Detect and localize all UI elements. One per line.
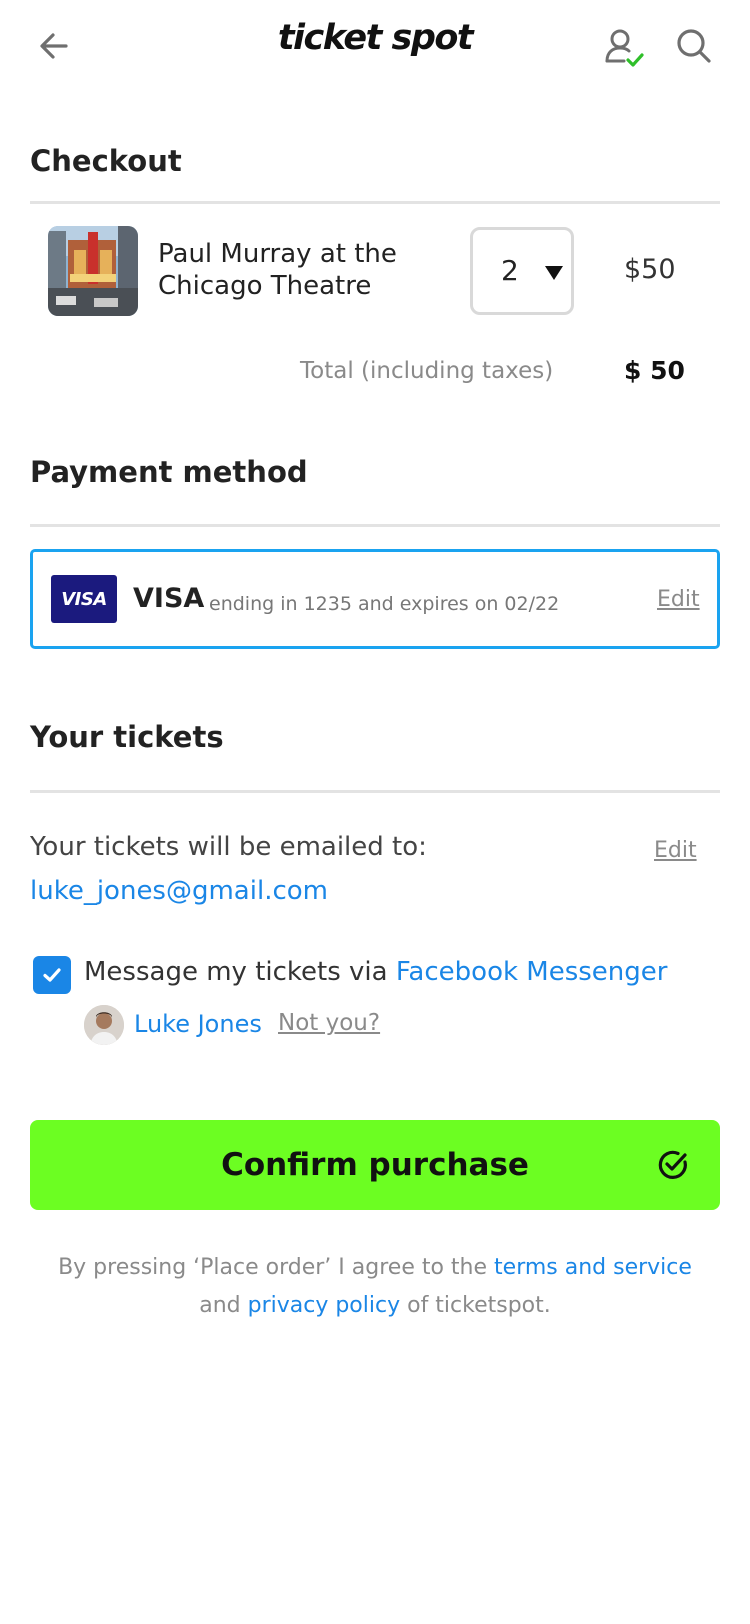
messenger-prefix: Message my tickets via: [84, 957, 388, 987]
card-brand: VISA: [133, 583, 205, 614]
email-label: Your tickets will be emailed to:: [30, 832, 427, 862]
messenger-link[interactable]: Facebook Messenger: [396, 957, 668, 987]
privacy-link[interactable]: privacy policy: [248, 1293, 401, 1318]
visa-badge-text: VISA: [61, 588, 107, 610]
edit-payment-link[interactable]: Edit: [657, 587, 700, 612]
logo-text: ticket spot: [277, 18, 474, 58]
legal-text-middle: and: [199, 1293, 241, 1318]
avatar: [84, 1005, 124, 1045]
user-avatar-image: [84, 1005, 124, 1045]
visa-logo-icon: VISA: [51, 575, 117, 623]
email-address[interactable]: luke_jones@gmail.com: [30, 876, 328, 906]
tickets-divider: [30, 790, 720, 793]
total-value: $ 50: [624, 356, 685, 385]
payment-title: Payment method: [30, 455, 308, 489]
payment-divider: [30, 524, 720, 527]
checkmark-icon: [43, 968, 61, 982]
search-icon: [677, 29, 711, 63]
legal-text-before: By pressing ‘Place order’ I agree to the: [58, 1255, 488, 1280]
terms-link[interactable]: terms and service: [494, 1255, 692, 1280]
event-name: Paul Murray at the Chicago Theatre: [158, 239, 397, 301]
quantity-value: 2: [501, 254, 519, 287]
tickets-title: Your tickets: [30, 720, 224, 754]
messenger-checkbox[interactable]: [33, 956, 71, 994]
app-header: ticket spot: [0, 0, 750, 96]
caret-down-icon: [545, 266, 563, 280]
checkout-title: Checkout: [30, 144, 182, 178]
quantity-select[interactable]: 2: [470, 227, 574, 315]
facebook-user-name[interactable]: Luke Jones: [134, 1010, 262, 1038]
confirm-purchase-label: Confirm purchase: [221, 1147, 529, 1183]
edit-email-link[interactable]: Edit: [654, 838, 697, 863]
item-price: $50: [624, 254, 676, 285]
search-button[interactable]: [674, 26, 714, 66]
check-circle-icon: [658, 1150, 687, 1179]
not-you-link[interactable]: Not you?: [278, 1010, 380, 1036]
total-label: Total (including taxes): [300, 358, 554, 384]
legal-text-after: of ticketspot.: [407, 1293, 551, 1318]
legal-notice: By pressing ‘Place order’ I agree to the…: [30, 1249, 720, 1325]
account-button[interactable]: [604, 26, 648, 70]
payment-card[interactable]: VISA VISA ending in 1235 and expires on …: [30, 549, 720, 649]
card-details: ending in 1235 and expires on 02/22: [209, 593, 560, 615]
event-thumbnail: [48, 226, 138, 316]
chicago-theatre-image: [48, 226, 138, 316]
confirm-purchase-button[interactable]: Confirm purchase: [30, 1120, 720, 1210]
checkout-divider: [30, 201, 720, 204]
user-verified-icon: [605, 29, 644, 67]
messenger-label: Message my tickets via Facebook Messenge…: [84, 957, 667, 987]
